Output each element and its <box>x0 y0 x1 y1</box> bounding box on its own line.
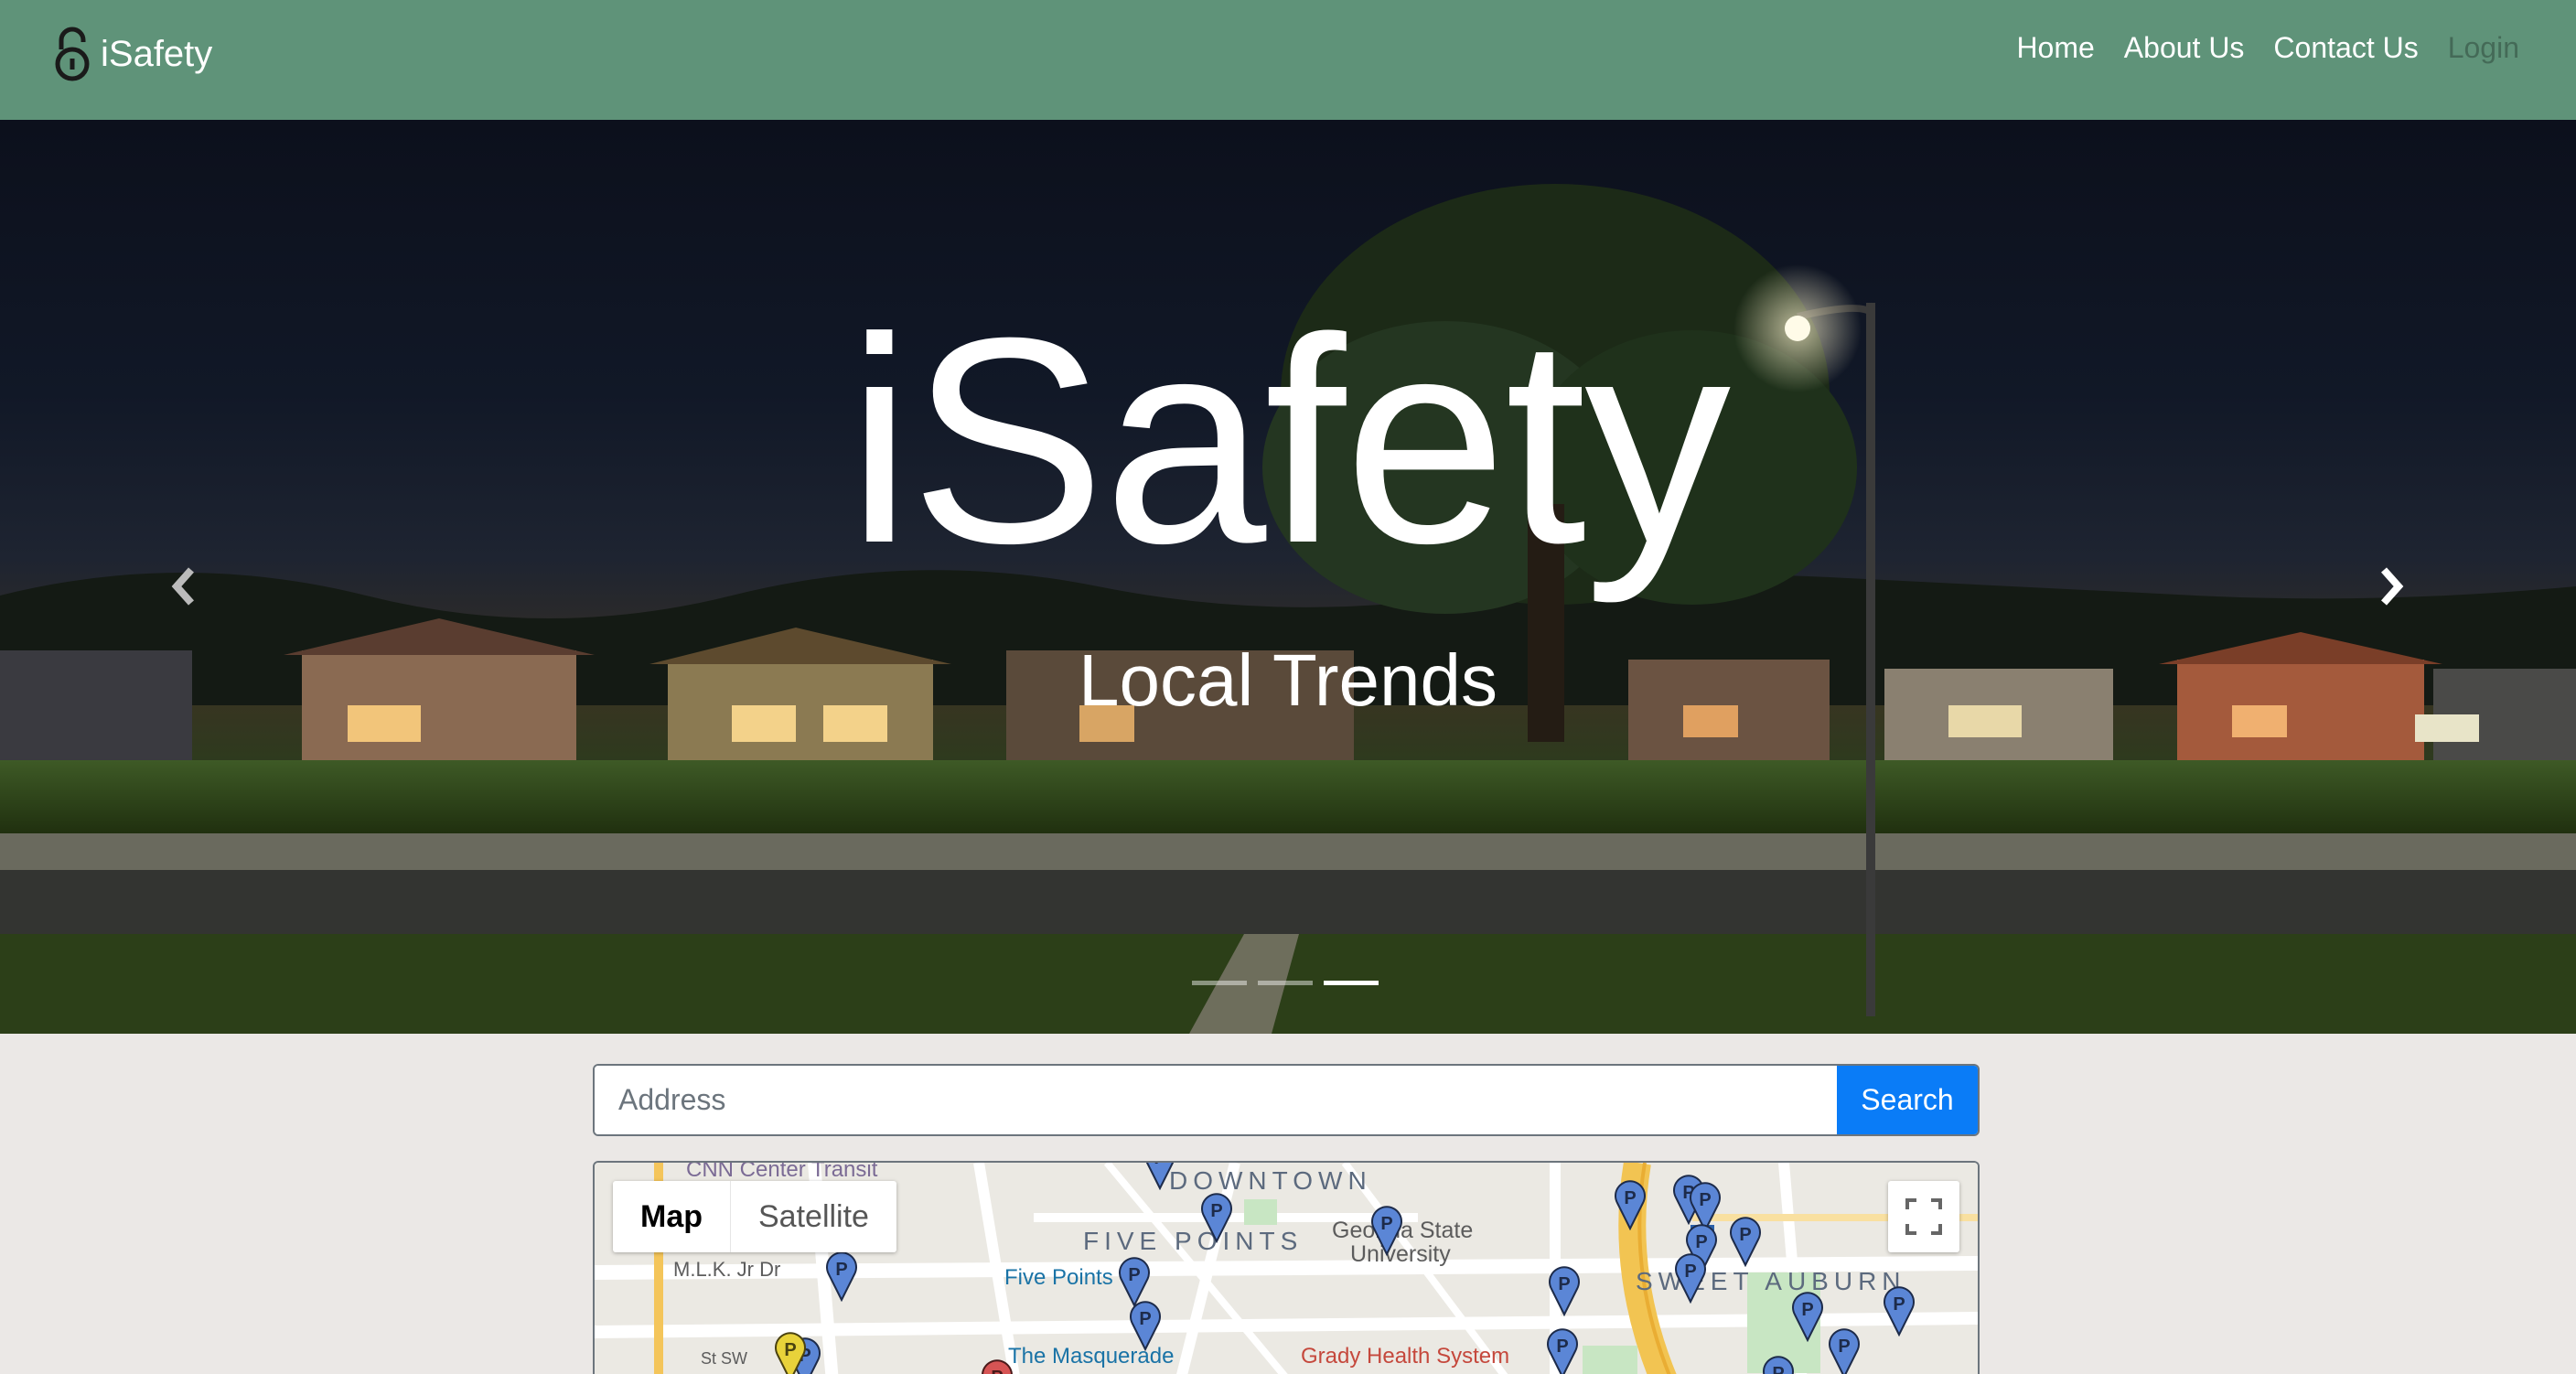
parking-marker-icon[interactable]: P <box>1826 1324 1862 1374</box>
svg-text:P: P <box>1154 1161 1165 1168</box>
svg-text:P: P <box>1128 1265 1140 1285</box>
nav-contact-us[interactable]: Contact Us <box>2273 31 2418 65</box>
svg-text:P: P <box>1380 1214 1392 1234</box>
parking-marker-icon[interactable]: P <box>1142 1161 1178 1190</box>
lock-open-icon <box>55 27 90 81</box>
parking-marker-icon[interactable]: P <box>979 1355 1015 1374</box>
carousel-indicator-3[interactable] <box>1324 981 1379 985</box>
navbar: iSafety Home About Us Contact Us Login <box>0 0 2576 120</box>
nav-about-us[interactable]: About Us <box>2124 31 2245 65</box>
carousel-indicators <box>1192 981 1379 985</box>
search-button[interactable]: Search <box>1837 1066 1978 1134</box>
nav-login[interactable]: Login <box>2448 31 2519 65</box>
parking-marker-icon[interactable]: P <box>1544 1324 1581 1374</box>
svg-text:P: P <box>1893 1294 1905 1315</box>
nav-links: Home About Us Contact Us Login <box>2016 31 2519 65</box>
parking-marker-icon[interactable]: P <box>1727 1212 1764 1267</box>
map-label-grady: Grady Health System <box>1301 1344 1510 1369</box>
address-search-form: Search <box>593 1064 1980 1136</box>
svg-text:P: P <box>1801 1300 1813 1320</box>
svg-text:P: P <box>1624 1188 1636 1208</box>
svg-text:P: P <box>1139 1309 1151 1329</box>
fullscreen-button[interactable] <box>1888 1181 1959 1252</box>
chevron-left-icon <box>171 567 194 606</box>
map-type-control: Map Satellite <box>613 1181 896 1252</box>
carousel-indicator-2[interactable] <box>1258 981 1313 985</box>
chevron-right-icon <box>2381 567 2404 606</box>
svg-text:P: P <box>1739 1225 1751 1245</box>
hero-title: iSafety <box>846 276 1731 604</box>
svg-text:P: P <box>1210 1201 1222 1221</box>
parking-marker-icon[interactable]: P <box>1612 1175 1648 1230</box>
svg-text:P: P <box>1684 1261 1696 1282</box>
map-type-satellite-button[interactable]: Satellite <box>731 1181 896 1252</box>
map-label-st-sw: St SW <box>701 1349 748 1368</box>
carousel-next-button[interactable] <box>2369 550 2415 623</box>
parking-marker-icon[interactable]: P <box>1672 1249 1709 1304</box>
svg-text:P: P <box>1772 1364 1784 1374</box>
svg-text:P: P <box>835 1260 847 1280</box>
parking-marker-icon[interactable]: P <box>772 1327 809 1374</box>
map-type-map-button[interactable]: Map <box>613 1181 731 1252</box>
map-label-five-points-station: Five Points <box>1004 1265 1113 1290</box>
svg-text:P: P <box>991 1368 1003 1374</box>
hero-carousel: iSafety Local Trends <box>0 120 2576 1034</box>
svg-text:P: P <box>1558 1274 1570 1294</box>
parking-marker-icon[interactable]: P <box>1789 1287 1826 1342</box>
svg-text:P: P <box>1699 1190 1711 1210</box>
brand-name: iSafety <box>101 33 213 74</box>
parking-marker-icon[interactable]: P <box>1881 1282 1917 1336</box>
nav-home[interactable]: Home <box>2016 31 2094 65</box>
carousel-indicator-1[interactable] <box>1192 981 1247 985</box>
map-label-mlk: M.L.K. Jr Dr <box>673 1258 781 1281</box>
svg-text:P: P <box>1556 1336 1568 1357</box>
brand[interactable]: iSafety <box>51 26 212 82</box>
svg-text:P: P <box>784 1340 796 1360</box>
parking-marker-icon[interactable]: P <box>823 1247 860 1302</box>
parking-marker-icon[interactable]: P <box>1127 1296 1164 1351</box>
svg-text:P: P <box>1838 1336 1850 1357</box>
address-input[interactable] <box>595 1066 1837 1134</box>
fullscreen-icon <box>1905 1198 1942 1235</box>
parking-marker-icon[interactable]: P <box>1760 1351 1797 1374</box>
parking-marker-icon[interactable]: P <box>1198 1188 1235 1243</box>
hero-subtitle: Local Trends <box>1078 639 1498 721</box>
parking-marker-icon[interactable]: P <box>1368 1201 1405 1256</box>
map-label-cnn: CNN Center Transit <box>686 1161 878 1182</box>
map[interactable]: CNN Center Transit DOWNTOWN FIVE POINTS … <box>593 1161 1980 1374</box>
parking-marker-icon[interactable]: P <box>1546 1261 1583 1316</box>
carousel-prev-button[interactable] <box>160 550 206 623</box>
